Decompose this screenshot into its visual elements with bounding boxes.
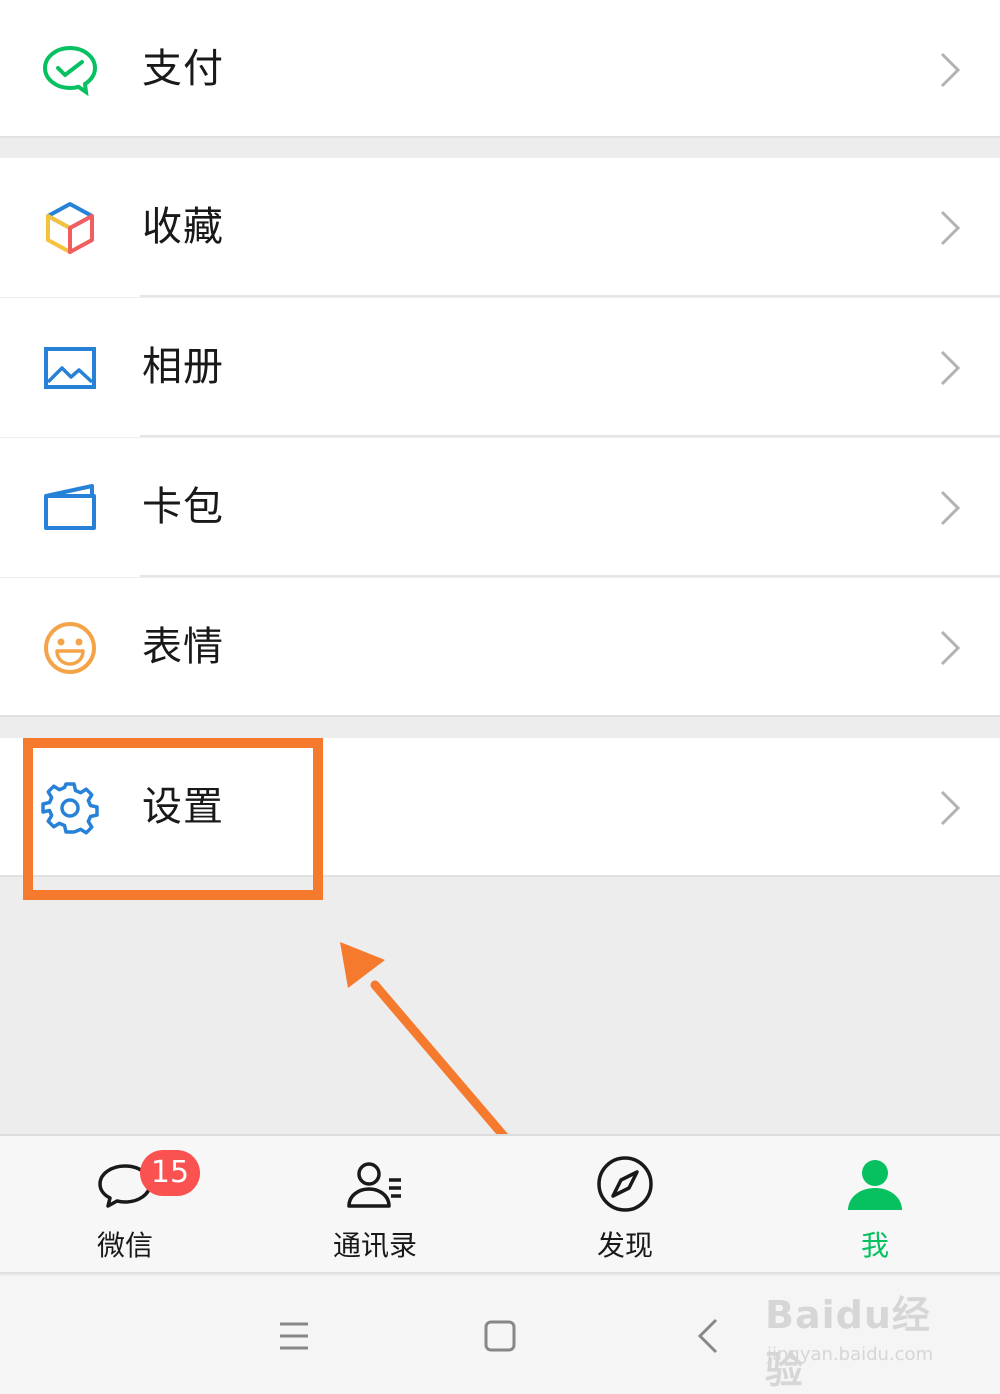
tab-discover[interactable]: 发现 [500,1136,750,1274]
watermark-brand: Baidu经验 [765,1293,931,1392]
smiley-icon [40,618,100,678]
tab-me[interactable]: 我 [750,1136,1000,1274]
menu-label-pay: 支付 [142,46,224,92]
menu-label-stickers: 表情 [142,624,224,670]
chevron-right-icon [938,348,962,388]
menu-item-cards[interactable]: 卡包 [0,438,1000,577]
wechat-pay-icon [40,40,100,100]
menu-item-album[interactable]: 相册 [0,298,1000,437]
favorites-cube-icon [40,198,100,258]
chevron-right-icon [938,628,962,668]
chevron-right-icon [938,50,962,90]
menu-label-album: 相册 [142,344,224,390]
divider [140,575,1000,577]
tab-contacts[interactable]: 通讯录 [250,1136,500,1274]
back-icon[interactable] [688,1314,732,1358]
tab-chats[interactable]: 15 微信 [0,1136,250,1274]
chevron-right-icon [938,788,962,828]
chevron-right-icon [938,208,962,248]
card-wallet-icon [40,478,100,538]
watermark-url: jingyan.baidu.com [767,1344,934,1365]
divider [140,295,1000,297]
tab-label-contacts: 通讯录 [332,1229,417,1262]
menu-icon[interactable] [272,1314,316,1358]
tab-label-discover: 发现 [596,1229,653,1262]
tab-label-chats: 微信 [96,1229,153,1262]
chevron-right-icon [938,488,962,528]
menu-label-cards: 卡包 [142,484,224,530]
tab-label-me: 我 [860,1229,889,1262]
menu-item-favorites[interactable]: 收藏 [0,158,1000,297]
menu-label-favorites: 收藏 [142,204,224,250]
me-person-icon [845,1154,905,1214]
baidu-watermark: Baidu经验 jingyan.baidu.com [765,1284,955,1392]
menu-item-pay[interactable]: 支付 [0,0,1000,138]
contacts-icon [345,1154,405,1214]
bottom-tab-bar: 15 微信 通讯录 发现 我 [0,1134,1000,1274]
home-icon[interactable] [478,1314,522,1358]
menu-item-stickers[interactable]: 表情 [0,578,1000,717]
album-icon [40,338,100,398]
highlight-box [23,738,323,900]
divider [140,435,1000,437]
compass-icon [595,1154,655,1214]
unread-badge: 15 [140,1150,200,1196]
